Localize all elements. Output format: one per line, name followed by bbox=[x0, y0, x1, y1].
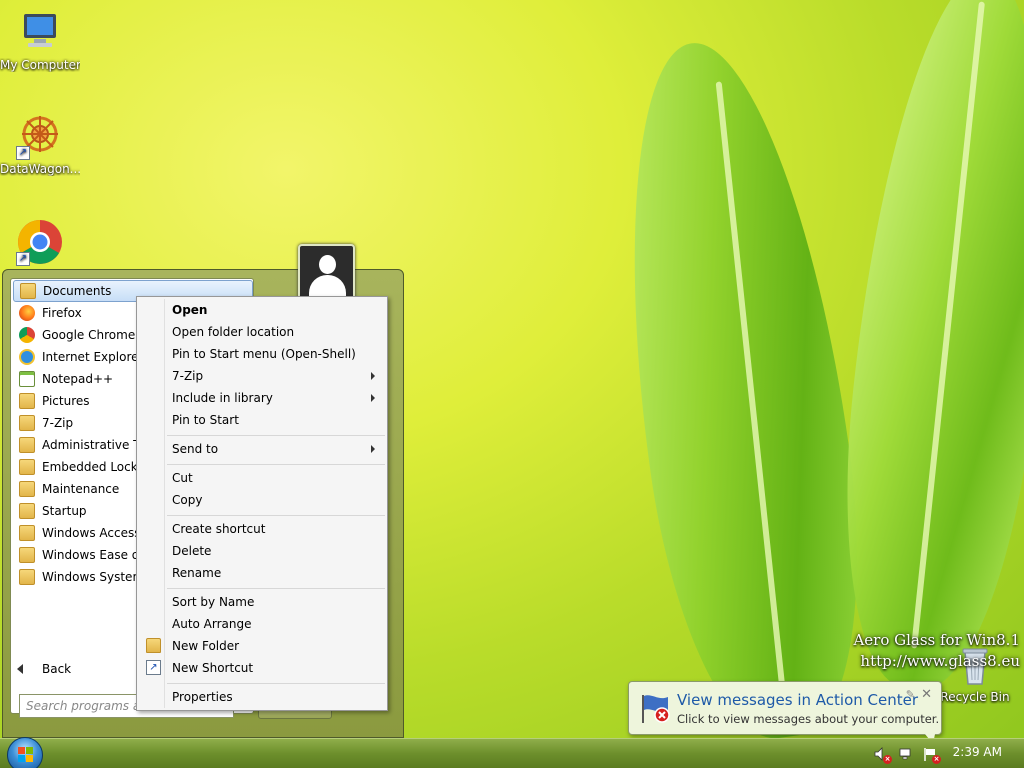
watermark-line-2: http://www.glass8.eu bbox=[860, 652, 1020, 670]
menu-item-include-in-library[interactable]: Include in library bbox=[139, 387, 385, 409]
firefox-icon bbox=[19, 305, 35, 321]
folder-icon bbox=[19, 393, 35, 409]
folder-icon bbox=[19, 415, 35, 431]
shortcut-arrow-icon: ↗ bbox=[16, 252, 30, 266]
notepad-icon bbox=[19, 371, 35, 387]
menu-item-7-zip[interactable]: 7-Zip bbox=[139, 365, 385, 387]
menu-item-pin-to-start-menu-open-shell[interactable]: Pin to Start menu (Open-Shell) bbox=[139, 343, 385, 365]
folder-icon bbox=[19, 569, 35, 585]
watermark-line-1: Aero Glass for Win8.1 bbox=[853, 631, 1020, 649]
submenu-arrow-icon bbox=[371, 372, 375, 380]
folder-icon bbox=[19, 525, 35, 541]
taskbar-clock[interactable]: 2:39 AM bbox=[953, 745, 1002, 759]
menu-separator bbox=[167, 683, 385, 684]
folder-icon bbox=[146, 638, 161, 653]
computer-icon bbox=[16, 8, 64, 56]
volume-muted-icon[interactable]: × bbox=[873, 746, 892, 764]
menu-item-sort-by-name[interactable]: Sort by Name bbox=[139, 591, 385, 613]
ie-icon bbox=[19, 349, 35, 365]
back-button[interactable]: Back bbox=[17, 658, 71, 680]
menu-item-pin-to-start[interactable]: Pin to Start bbox=[139, 409, 385, 431]
folder-icon bbox=[19, 547, 35, 563]
desktop-icon-chrome[interactable]: ↗ bbox=[0, 218, 80, 268]
aero-glass-watermark: Aero Glass for Win8.1 http://www.glass8.… bbox=[853, 630, 1020, 672]
desktop-icon-datawagon[interactable]: ↗ DataWagon... bbox=[0, 112, 80, 176]
pin-icon[interactable]: ✎ bbox=[906, 688, 915, 701]
network-icon[interactable] bbox=[898, 746, 914, 762]
submenu-arrow-icon bbox=[371, 445, 375, 453]
back-arrow-icon bbox=[17, 664, 23, 674]
wallpaper-leaf bbox=[592, 29, 888, 751]
shortcut-arrow-icon: ↗ bbox=[16, 146, 30, 160]
menu-separator bbox=[167, 435, 385, 436]
chrome-icon bbox=[19, 327, 35, 343]
menu-item-rename[interactable]: Rename bbox=[139, 562, 385, 584]
action-center-flag-tray-icon[interactable]: × bbox=[922, 746, 941, 764]
folder-icon bbox=[20, 283, 36, 299]
menu-separator bbox=[167, 588, 385, 589]
windows-logo-icon bbox=[18, 747, 34, 763]
action-center-flag-icon bbox=[642, 695, 670, 723]
submenu-arrow-icon bbox=[371, 394, 375, 402]
menu-item-copy[interactable]: Copy bbox=[139, 489, 385, 511]
error-badge-icon: × bbox=[932, 755, 941, 764]
shortcut-icon: ↗ bbox=[146, 660, 161, 675]
menu-item-new-folder[interactable]: New Folder bbox=[139, 635, 385, 657]
menu-separator bbox=[167, 464, 385, 465]
folder-icon bbox=[19, 437, 35, 453]
start-button[interactable] bbox=[7, 737, 43, 768]
notification-title: View messages in Action Center bbox=[677, 691, 919, 709]
folder-icon bbox=[19, 481, 35, 497]
chrome-icon: ↗ bbox=[16, 218, 64, 266]
taskbar bbox=[0, 738, 1024, 768]
datawagon-icon: ↗ bbox=[16, 112, 64, 160]
desktop-icon-my-computer[interactable]: My Computer bbox=[0, 8, 80, 72]
action-center-notification[interactable]: View messages in Action Center Click to … bbox=[628, 681, 942, 744]
menu-item-open[interactable]: Open bbox=[139, 299, 385, 321]
menu-item-create-shortcut[interactable]: Create shortcut bbox=[139, 518, 385, 540]
menu-item-open-folder-location[interactable]: Open folder location bbox=[139, 321, 385, 343]
user-avatar[interactable] bbox=[298, 244, 355, 301]
menu-item-delete[interactable]: Delete bbox=[139, 540, 385, 562]
close-icon[interactable]: ✕ bbox=[921, 687, 932, 702]
menu-item-new-shortcut[interactable]: ↗ New Shortcut bbox=[139, 657, 385, 679]
user-head-icon bbox=[319, 255, 336, 274]
menu-separator bbox=[167, 515, 385, 516]
error-badge-icon: × bbox=[883, 755, 892, 764]
folder-icon bbox=[19, 503, 35, 519]
folder-icon bbox=[19, 459, 35, 475]
menu-item-cut[interactable]: Cut bbox=[139, 467, 385, 489]
notification-subtitle: Click to view messages about your comput… bbox=[677, 712, 940, 726]
context-menu: Open Open folder location Pin to Start m… bbox=[136, 296, 388, 711]
menu-item-properties[interactable]: Properties bbox=[139, 686, 385, 708]
menu-item-send-to[interactable]: Send to bbox=[139, 438, 385, 460]
menu-item-auto-arrange[interactable]: Auto Arrange bbox=[139, 613, 385, 635]
